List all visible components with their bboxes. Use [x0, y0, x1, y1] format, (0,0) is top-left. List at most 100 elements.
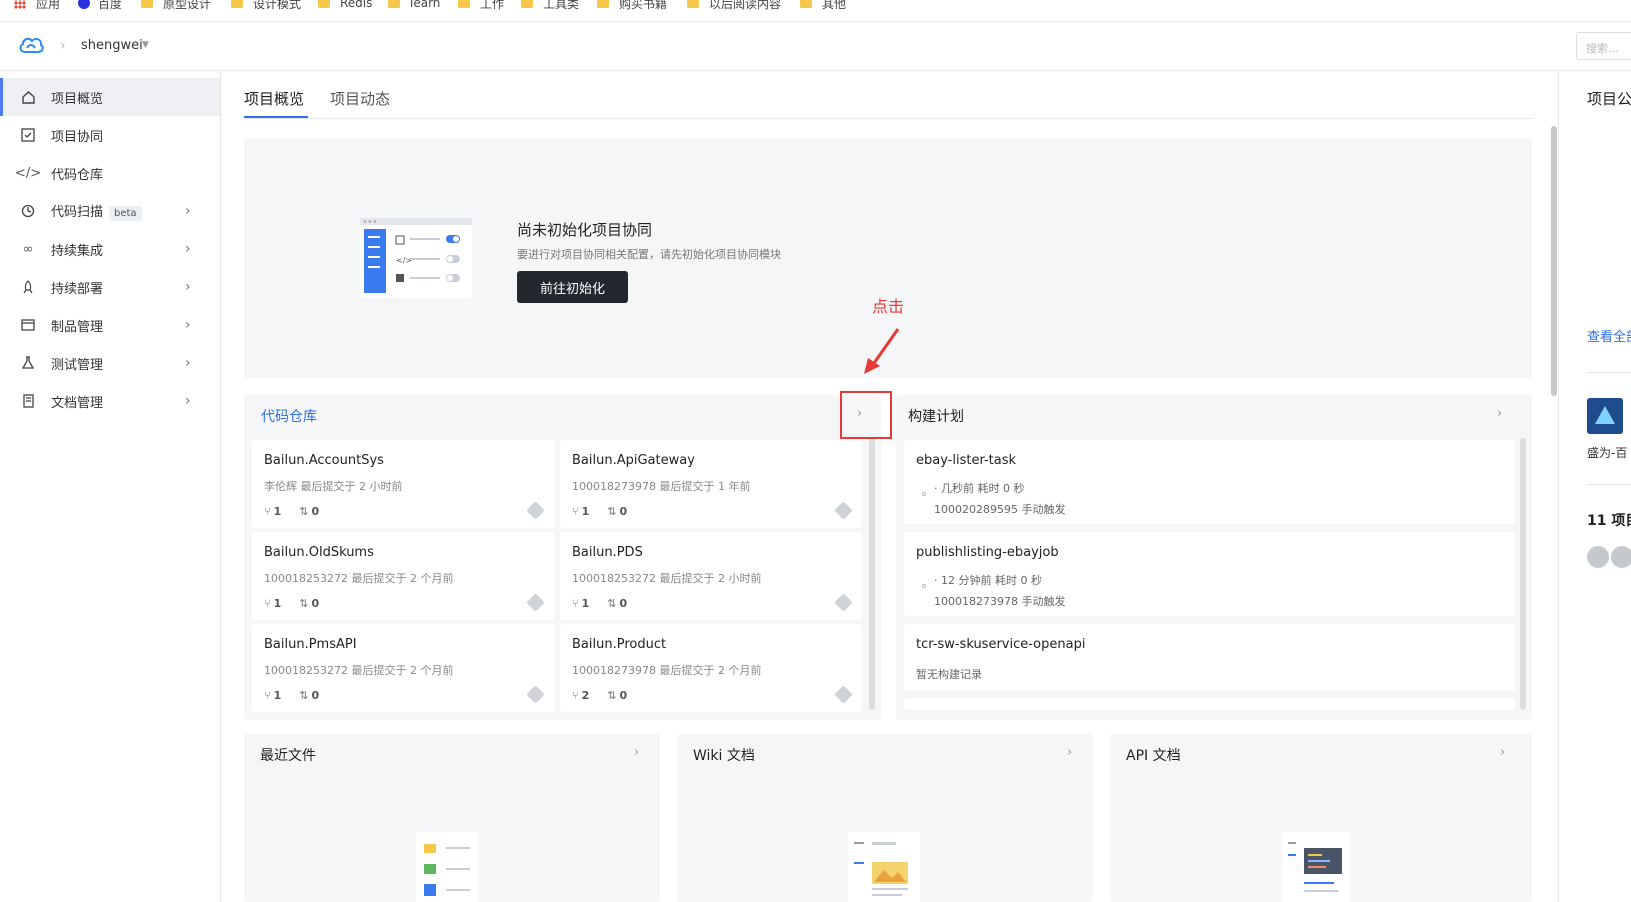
build-trigger: 100018273978 手动触发 — [934, 595, 1066, 608]
merge-request-icon: ⇅ — [299, 689, 309, 702]
repo-card[interactable]: Bailun.PDS 100018253272 最后提交于 2 小时前 ⑂ 1 ⇅ 0 — [560, 532, 862, 620]
api-docs-title[interactable]: API 文档 — [1126, 745, 1181, 765]
bookmark-folder[interactable]: learn — [388, 0, 440, 12]
sidebar-item-label: 项目概览 — [51, 91, 104, 107]
sidebar-item-label: 持续部署 — [51, 281, 104, 297]
repos-panel-title[interactable]: 代码仓库 — [261, 406, 317, 426]
bookmark-folder[interactable]: Redis — [318, 0, 372, 12]
sidebar-item-cd[interactable]: 持续部署 › — [0, 268, 220, 306]
bookmark-folder[interactable]: 工作 — [458, 0, 504, 12]
chevron-right-icon: › — [185, 203, 191, 219]
member-avatar-icon[interactable] — [1587, 546, 1609, 568]
api-docs-chevron-right-icon[interactable]: › — [1500, 745, 1505, 760]
branch-icon: ⑂ — [572, 597, 579, 610]
builds-panel-title[interactable]: 构建计划 — [908, 406, 964, 426]
recent-files-title[interactable]: 最近文件 — [260, 745, 316, 765]
sidebar-item-label: 文档管理 — [51, 395, 104, 411]
repo-stats: ⑂ 1 ⇅ 0 — [572, 505, 645, 518]
baidu-icon — [78, 0, 90, 9]
build-card[interactable]: publishlisting-ebayjob · 12 分钟前 耗时 0 秒 1… — [904, 532, 1515, 616]
checkbox-icon — [20, 127, 36, 143]
sidebar-item-testing[interactable]: 测试管理 › — [0, 344, 220, 382]
wiki-illustration-icon — [848, 832, 920, 902]
member-avatar-icon[interactable] — [1611, 546, 1631, 568]
build-card[interactable]: ebay-lister-task · 几秒前 耗时 0 秒 1000202895… — [904, 440, 1515, 524]
repo-stats: ⑂ 1 ⇅ 0 — [264, 597, 337, 610]
sidebar-item-repos[interactable]: </> 代码仓库 — [0, 154, 220, 192]
sidebar-item-docs[interactable]: 文档管理 › — [0, 382, 220, 420]
repo-card[interactable]: Bailun.Product 100018273978 最后提交于 2 个月前 … — [560, 624, 862, 712]
code-icon: </> — [14, 165, 42, 181]
svg-text:</>: </> — [396, 256, 412, 265]
repo-name[interactable]: Bailun.ApiGateway — [572, 453, 695, 468]
rocket-icon — [20, 279, 36, 295]
bookmark-folder[interactable]: 购买书籍 — [597, 0, 667, 12]
tab-activity[interactable]: 项目动态 — [330, 88, 390, 109]
repo-card[interactable]: Bailun.PmsAPI 100018253272 最后提交于 2 个月前 ⑂… — [252, 624, 554, 712]
branch-count: 1 — [273, 505, 282, 518]
repo-stats: ⑂ 2 ⇅ 0 — [572, 689, 645, 702]
sidebar-item-ci[interactable]: ∞ 持续集成 › — [0, 230, 220, 268]
infinity-icon: ∞ — [22, 241, 34, 257]
merge-request-icon: ⇅ — [299, 597, 309, 610]
repo-name[interactable]: Bailun.PmsAPI — [264, 637, 357, 652]
repo-name[interactable]: Bailun.PDS — [572, 545, 643, 560]
bookmark-folder[interactable]: 以后阅读内容 — [687, 0, 781, 12]
builds-panel-chevron-right-icon[interactable]: › — [1497, 406, 1502, 421]
sidebar-item-label: 持续集成 — [51, 243, 104, 259]
branch-count: 1 — [273, 689, 282, 702]
project-switcher[interactable]: shengwei — [81, 38, 143, 53]
repo-name[interactable]: Bailun.AccountSys — [264, 453, 384, 468]
recent-files-chevron-right-icon[interactable]: › — [634, 745, 639, 760]
repo-card[interactable]: Bailun.ApiGateway 100018273978 最后提交于 1 年… — [560, 440, 862, 528]
builds-scrollbar[interactable] — [1520, 438, 1526, 710]
tab-overview[interactable]: 项目概览 — [244, 88, 304, 109]
bookmark-baidu[interactable]: 百度 — [78, 0, 122, 12]
bookmark-folder[interactable]: 工具类 — [521, 0, 579, 12]
status-dot-icon — [922, 492, 926, 496]
page-scrollbar[interactable] — [1551, 126, 1557, 396]
repo-card[interactable]: Bailun.AccountSys 李伦辉 最后提交于 2 小时前 ⑂ 1 ⇅ 0 — [252, 440, 554, 528]
repo-card[interactable]: Bailun.OldSkums 100018253272 最后提交于 2 个月前… — [252, 532, 554, 620]
cloud-logo-icon[interactable] — [18, 34, 44, 56]
repo-name[interactable]: Bailun.OldSkums — [264, 545, 374, 560]
build-name[interactable]: tcr-sw-skuservice-openapi — [916, 637, 1085, 652]
click-highlight-box — [840, 391, 892, 439]
git-icon — [834, 593, 853, 612]
branch-count: 2 — [581, 689, 590, 702]
sidebar-item-artifacts[interactable]: 制品管理 › — [0, 306, 220, 344]
search-input[interactable]: 搜索... — [1576, 32, 1631, 60]
sidebar-item-scan[interactable]: 代码扫描 beta › — [0, 192, 220, 230]
bookmark-folder[interactable]: 原型设计 — [141, 0, 211, 12]
bookmark-folder[interactable]: 设计模式 — [231, 0, 301, 12]
mr-count: 0 — [311, 689, 320, 702]
no-build-records: 暂无构建记录 — [916, 668, 982, 681]
chevron-right-icon: › — [185, 393, 191, 409]
divider — [1587, 484, 1631, 485]
build-card[interactable]: tcr-sw-skuservice-openapi 暂无构建记录 — [904, 624, 1515, 691]
api-illustration-icon — [1282, 832, 1350, 902]
click-annotation-label: 点击 — [872, 297, 905, 316]
build-name[interactable]: ebay-lister-task — [916, 453, 1016, 468]
git-icon — [526, 593, 545, 612]
sidebar-item-overview[interactable]: 项目概览 — [0, 78, 220, 116]
sidebar-item-collab[interactable]: 项目协同 — [0, 116, 220, 154]
build-name[interactable]: publishlisting-ebayjob — [916, 545, 1059, 560]
bookmark-label: Redis — [340, 0, 373, 10]
bookmark-folder[interactable]: 其他 — [800, 0, 846, 12]
view-all-link[interactable]: 查看全部 — [1587, 326, 1631, 345]
bookmark-apps[interactable]: 应用 — [14, 0, 60, 12]
git-icon — [834, 685, 853, 704]
repo-name[interactable]: Bailun.Product — [572, 637, 666, 652]
git-icon — [526, 501, 545, 520]
caret-down-icon[interactable]: ▼ — [142, 40, 149, 50]
scan-icon — [20, 203, 36, 219]
sidebar-item-label: 测试管理 — [51, 357, 104, 373]
repos-scrollbar[interactable] — [869, 438, 875, 710]
top-bar: › shengwei ▼ 搜索... — [0, 22, 1631, 71]
sidebar-item-label: 项目协同 — [51, 129, 104, 145]
wiki-chevron-right-icon[interactable]: › — [1067, 745, 1072, 760]
wiki-title[interactable]: Wiki 文档 — [693, 745, 755, 765]
document-icon — [20, 393, 36, 409]
init-collab-button[interactable]: 前往初始化 — [517, 271, 628, 303]
